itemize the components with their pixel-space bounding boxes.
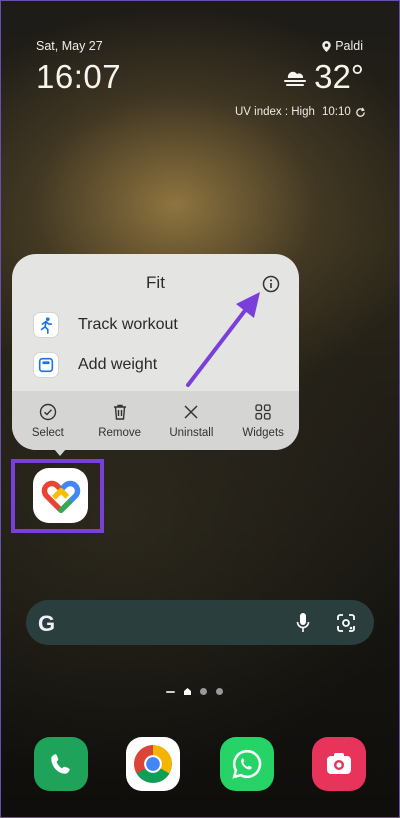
widgets-grid-icon (255, 404, 271, 420)
page-dot[interactable] (200, 688, 207, 695)
annotation-arrow (186, 292, 260, 387)
running-person-icon (34, 313, 58, 337)
camera-icon (327, 753, 351, 774)
select-button[interactable]: Select (12, 391, 84, 450)
temperature: 32° (314, 58, 364, 95)
trash-icon (113, 404, 126, 420)
popup-action-bar: Select Remove Uninstall Widgets (12, 391, 299, 450)
widgets-button[interactable]: Widgets (227, 391, 299, 450)
check-circle-icon (39, 403, 57, 421)
shortcut-label: Track workout (78, 316, 178, 333)
google-logo: G (38, 611, 56, 636)
home-page-icon[interactable] (184, 688, 191, 695)
shortcut-label: Add weight (78, 356, 158, 373)
shortcut-add-weight[interactable]: Add weight (34, 353, 157, 377)
phone-icon (51, 754, 70, 774)
weather-update-time: 10:10 (322, 106, 351, 118)
remove-button[interactable]: Remove (84, 391, 156, 450)
page-dot[interactable] (216, 688, 223, 695)
weather-update[interactable]: 10:10 (322, 106, 366, 118)
chrome-icon (134, 745, 172, 783)
uninstall-button[interactable]: Uninstall (156, 391, 228, 450)
action-label: Widgets (242, 427, 284, 439)
google-lens-icon[interactable] (336, 613, 356, 633)
uv-index: UV index : High (235, 106, 315, 118)
page-indicator[interactable] (166, 688, 223, 695)
camera-app-icon[interactable] (312, 737, 366, 791)
whatsapp-app-icon[interactable] (220, 737, 274, 791)
date-label: Sat, May 27 (36, 39, 103, 53)
fog-cloud-icon (284, 71, 307, 86)
microphone-icon[interactable] (296, 612, 310, 634)
scale-icon (34, 353, 58, 377)
location-label: Paldi (335, 39, 363, 53)
popup-pointer (54, 449, 66, 456)
google-fit-app-icon[interactable] (33, 468, 88, 523)
close-icon (184, 405, 198, 419)
fit-heart-icon (41, 480, 80, 513)
action-label: Remove (98, 427, 142, 439)
weather-widget[interactable]: 32° (282, 58, 364, 96)
shortcut-track-workout[interactable]: Track workout (34, 313, 178, 337)
google-search-bar[interactable]: G (26, 600, 374, 645)
page-indicator-discover[interactable] (166, 690, 175, 693)
location-pin-icon (322, 40, 331, 52)
chrome-app-icon[interactable] (126, 737, 180, 791)
action-label: Select (31, 427, 64, 439)
whatsapp-icon (232, 749, 262, 779)
clock-time[interactable]: 16:07 (36, 58, 121, 96)
phone-app-icon[interactable] (34, 737, 88, 791)
location[interactable]: Paldi (322, 39, 363, 53)
action-label: Uninstall (169, 427, 214, 439)
refresh-icon[interactable] (355, 107, 366, 118)
